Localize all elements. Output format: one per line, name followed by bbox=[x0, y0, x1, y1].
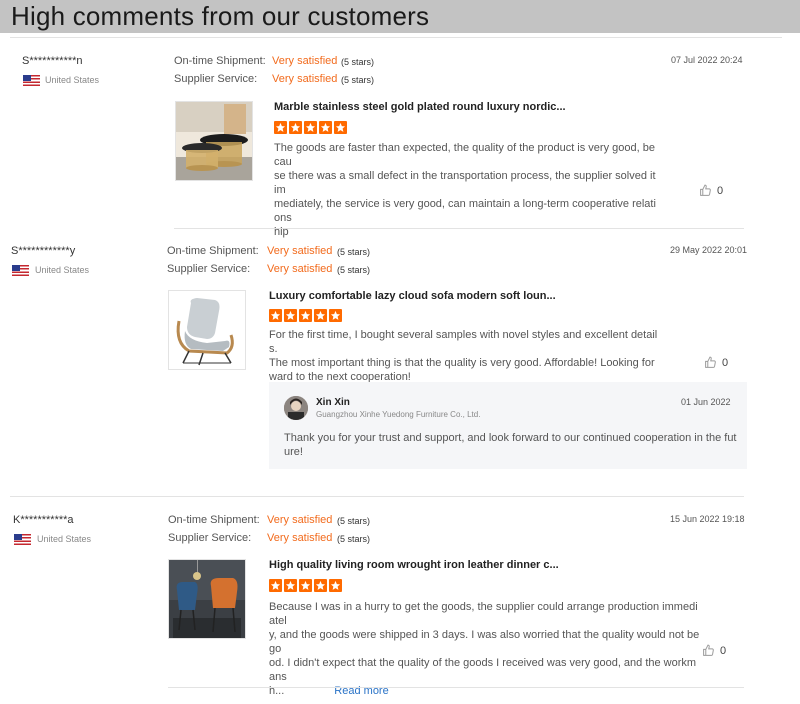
thumbs-up-icon bbox=[700, 184, 711, 196]
review-line: For the first time, I bought several sam… bbox=[269, 329, 658, 355]
divider bbox=[174, 228, 744, 229]
like-button[interactable]: 0 bbox=[704, 356, 728, 369]
reviewer-country: United States bbox=[35, 265, 90, 275]
like-count: 0 bbox=[722, 356, 729, 369]
shipment-label: On-time Shipment: bbox=[174, 55, 266, 67]
reply-date: 01 Jun 2022 bbox=[681, 397, 731, 407]
avatar bbox=[284, 396, 308, 420]
star-icon bbox=[269, 309, 282, 322]
star-icon bbox=[319, 121, 332, 134]
shipment-value: Very satisfied bbox=[267, 245, 333, 257]
rating-stars bbox=[269, 309, 342, 322]
product-thumbnail[interactable] bbox=[168, 290, 246, 370]
product-title[interactable]: Marble stainless steel gold plated round… bbox=[274, 101, 566, 113]
star-icon bbox=[284, 309, 297, 322]
thumbs-up-icon bbox=[703, 644, 714, 656]
review-line: Because I was in a hurry to get the good… bbox=[269, 601, 698, 627]
star-icon bbox=[329, 309, 342, 322]
service-value: Very satisfied bbox=[267, 263, 333, 275]
service-value: Very satisfied bbox=[267, 532, 333, 544]
product-title[interactable]: High quality living room wrought iron le… bbox=[269, 559, 559, 571]
review-line: se there was a small defect in the trans… bbox=[274, 170, 656, 196]
divider bbox=[168, 687, 744, 688]
reviewer-name: S***********n bbox=[22, 55, 83, 67]
service-stars: (5 stars) bbox=[341, 75, 375, 85]
service-stars: (5 stars) bbox=[337, 534, 371, 544]
divider bbox=[10, 37, 782, 38]
reply-line: Thank you for your trust and support, an… bbox=[284, 432, 737, 444]
star-icon bbox=[334, 121, 347, 134]
service-label: Supplier Service: bbox=[174, 73, 258, 85]
star-icon bbox=[329, 579, 342, 592]
product-title[interactable]: Luxury comfortable lazy cloud sofa moder… bbox=[269, 290, 556, 302]
reviewer-name: K***********a bbox=[13, 514, 74, 526]
reviewer-country: United States bbox=[37, 534, 92, 544]
review-date: 07 Jul 2022 20:24 bbox=[671, 55, 743, 65]
shipment-stars: (5 stars) bbox=[337, 247, 371, 257]
shipment-stars: (5 stars) bbox=[337, 516, 371, 526]
review-line: The most important thing is that the qua… bbox=[269, 357, 655, 369]
star-icon bbox=[314, 309, 327, 322]
reviewer-name: S************y bbox=[11, 245, 76, 257]
page-title: High comments from our customers bbox=[11, 1, 430, 31]
us-flag-icon bbox=[14, 534, 31, 545]
review-text: Because I was in a hurry to get the good… bbox=[269, 600, 701, 698]
review-date: 15 Jun 2022 19:18 bbox=[670, 514, 745, 524]
like-button[interactable]: 0 bbox=[702, 644, 726, 657]
shipment-value: Very satisfied bbox=[267, 514, 333, 526]
service-label: Supplier Service: bbox=[168, 532, 252, 544]
product-thumbnail[interactable] bbox=[175, 101, 253, 181]
rating-stars bbox=[274, 121, 347, 134]
divider bbox=[10, 496, 744, 497]
thumbs-up-icon bbox=[705, 356, 716, 368]
review-line: od. I didn't expect that the quality of … bbox=[269, 657, 697, 683]
us-flag-icon bbox=[12, 265, 29, 276]
rating-stars bbox=[269, 579, 342, 592]
service-label: Supplier Service: bbox=[167, 263, 251, 275]
shipment-label: On-time Shipment: bbox=[168, 514, 260, 526]
shipment-value: Very satisfied bbox=[272, 55, 338, 67]
shipment-label: On-time Shipment: bbox=[167, 245, 259, 257]
service-stars: (5 stars) bbox=[337, 265, 371, 275]
service-value: Very satisfied bbox=[272, 73, 338, 85]
star-icon bbox=[299, 309, 312, 322]
star-icon bbox=[314, 579, 327, 592]
review-line: The goods are faster than expected, the … bbox=[274, 142, 655, 168]
review-line: y, and the goods were shipped in 3 days.… bbox=[269, 629, 700, 655]
review-text: For the first time, I bought several sam… bbox=[269, 328, 659, 384]
like-button[interactable]: 0 bbox=[699, 184, 723, 197]
us-flag-icon bbox=[23, 75, 40, 86]
star-icon bbox=[299, 579, 312, 592]
reply-line: ure! bbox=[284, 446, 303, 458]
reviewer-country: United States bbox=[45, 75, 100, 85]
star-icon bbox=[304, 121, 317, 134]
review-text: The goods are faster than expected, the … bbox=[274, 141, 656, 239]
reply-author: Xin Xin bbox=[316, 397, 350, 408]
star-icon bbox=[274, 121, 287, 134]
reply-company: Guangzhou Xinhe Yuedong Furniture Co., L… bbox=[316, 410, 481, 419]
reply-text: Thank you for your trust and support, an… bbox=[284, 431, 739, 459]
product-thumbnail[interactable] bbox=[168, 559, 246, 639]
like-count: 0 bbox=[717, 184, 724, 197]
like-count: 0 bbox=[720, 644, 727, 657]
shipment-stars: (5 stars) bbox=[341, 57, 375, 67]
review-date: 29 May 2022 20:01 bbox=[670, 245, 748, 255]
star-icon bbox=[289, 121, 302, 134]
review-line: mediately, the service is very good, can… bbox=[274, 198, 656, 224]
star-icon bbox=[269, 579, 282, 592]
star-icon bbox=[284, 579, 297, 592]
